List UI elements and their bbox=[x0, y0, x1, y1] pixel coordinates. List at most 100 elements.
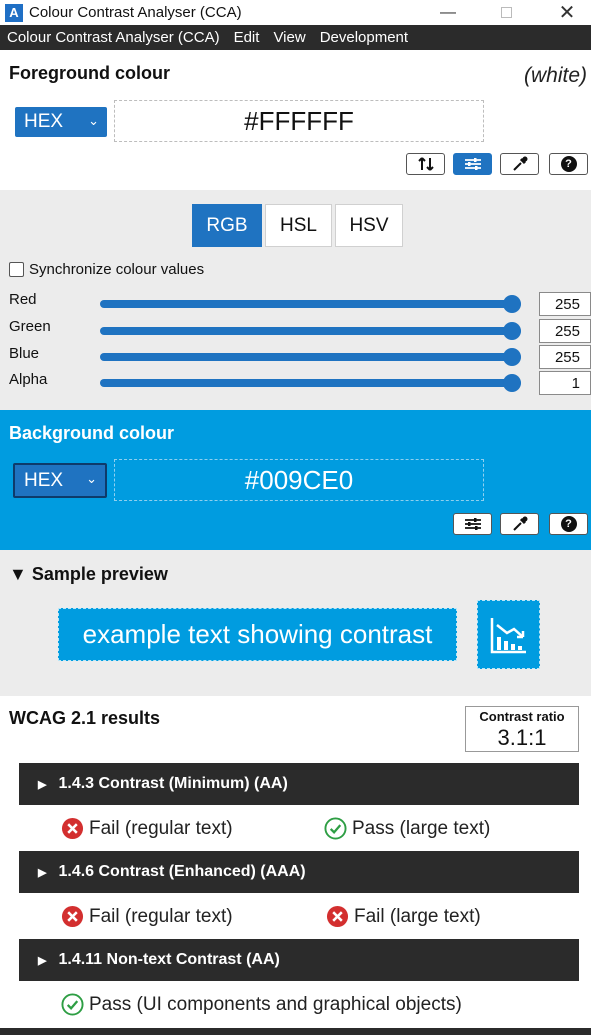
menu-bar: Colour Contrast Analyser (CCA) Edit View… bbox=[0, 25, 591, 50]
sample-preview-panel: ▼ Sample preview example text showing co… bbox=[0, 550, 591, 696]
foreground-format-value: HEX bbox=[24, 111, 64, 132]
verdict-text: Fail (regular text) bbox=[89, 905, 233, 927]
sample-preview-title: Sample preview bbox=[31, 564, 168, 584]
pass-icon bbox=[61, 993, 84, 1016]
alpha-slider[interactable] bbox=[100, 374, 521, 392]
background-hex-input[interactable]: #009CE0 bbox=[114, 459, 484, 501]
alpha-value-input[interactable]: 1 bbox=[539, 371, 591, 395]
background-format-value: HEX bbox=[24, 469, 64, 491]
menu-development[interactable]: Development bbox=[313, 29, 415, 46]
tab-hsl[interactable]: HSL bbox=[265, 204, 332, 247]
minimize-button[interactable]: — bbox=[419, 0, 477, 25]
contrast-ratio-label: Contrast ratio bbox=[479, 709, 565, 724]
criterion-1-4-11[interactable]: ▶ 1.4.11 Non-text Contrast (AA) bbox=[19, 939, 579, 981]
green-slider[interactable] bbox=[100, 322, 521, 340]
eyedropper-icon bbox=[512, 516, 527, 531]
green-slider-thumb[interactable] bbox=[503, 322, 521, 340]
verdict-text: Pass (UI components and graphical object… bbox=[89, 993, 462, 1015]
contrast-ratio-box: Contrast ratio 3.1:1 bbox=[465, 706, 579, 752]
expanded-triangle-icon: ▼ bbox=[9, 564, 27, 584]
sliders-icon bbox=[464, 518, 481, 530]
alpha-slider-thumb[interactable] bbox=[503, 374, 521, 392]
background-sliders-button[interactable] bbox=[453, 513, 492, 535]
colour-model-tabs: RGB HSL HSV bbox=[192, 204, 403, 247]
collapsed-triangle-icon: ▶ bbox=[38, 778, 47, 791]
sample-text: example text showing contrast bbox=[58, 608, 457, 661]
collapsed-triangle-icon: ▶ bbox=[38, 866, 47, 879]
criterion-label: 1.4.11 Non-text Contrast (AA) bbox=[58, 951, 280, 968]
swap-colours-button[interactable] bbox=[406, 153, 445, 175]
verdict-fail: Fail (regular text) bbox=[61, 905, 233, 928]
menu-edit[interactable]: Edit bbox=[227, 29, 267, 46]
help-icon: ? bbox=[560, 156, 577, 172]
swap-icon bbox=[417, 157, 434, 171]
background-help-button[interactable]: ? bbox=[549, 513, 588, 535]
sync-label: Synchronize colour values bbox=[29, 261, 205, 278]
verdict-fail: Fail (regular text) bbox=[61, 817, 233, 840]
maximize-button[interactable] bbox=[477, 0, 535, 25]
blue-slider[interactable] bbox=[100, 348, 521, 366]
app-logo-icon: A bbox=[5, 3, 23, 22]
green-value-input[interactable]: 255 bbox=[539, 319, 591, 343]
verdict-text: Fail (large text) bbox=[354, 905, 481, 927]
fail-icon bbox=[61, 905, 84, 928]
red-slider[interactable] bbox=[100, 295, 521, 313]
criterion-1-4-3[interactable]: ▶ 1.4.3 Contrast (Minimum) (AA) bbox=[19, 763, 579, 805]
wcag-results-panel: WCAG 2.1 results Contrast ratio 3.1:1 ▶ … bbox=[0, 696, 591, 1035]
red-label: Red bbox=[9, 291, 37, 308]
taskbar-edge bbox=[0, 1028, 591, 1035]
sample-icon-box bbox=[477, 600, 540, 669]
blue-value-input[interactable]: 255 bbox=[539, 345, 591, 369]
foreground-eyedropper-button[interactable] bbox=[500, 153, 539, 175]
foreground-panel: Foreground colour (white) HEX ⌄ #FFFFFF … bbox=[0, 50, 591, 190]
menu-app[interactable]: Colour Contrast Analyser (CCA) bbox=[0, 29, 227, 46]
help-icon: ? bbox=[560, 516, 577, 532]
sync-checkbox[interactable] bbox=[9, 262, 24, 277]
tab-rgb[interactable]: RGB bbox=[192, 204, 262, 247]
fail-icon bbox=[61, 817, 84, 840]
sliders-icon bbox=[464, 158, 481, 170]
window-title: Colour Contrast Analyser (CCA) bbox=[29, 4, 242, 21]
chart-icon bbox=[490, 617, 526, 653]
background-title: Background colour bbox=[9, 423, 175, 443]
chevron-down-icon: ⌄ bbox=[88, 113, 99, 128]
eyedropper-icon bbox=[512, 156, 527, 171]
blue-slider-thumb[interactable] bbox=[503, 348, 521, 366]
maximize-icon bbox=[500, 7, 512, 18]
title-bar: A Colour Contrast Analyser (CCA) — ✕ bbox=[0, 0, 591, 25]
alpha-label: Alpha bbox=[9, 371, 48, 388]
verdict-text: Pass (large text) bbox=[352, 817, 491, 839]
verdict-text: Fail (regular text) bbox=[89, 817, 233, 839]
foreground-format-select[interactable]: HEX ⌄ bbox=[15, 107, 107, 137]
verdict-fail: Fail (large text) bbox=[326, 905, 481, 928]
chevron-down-icon: ⌄ bbox=[86, 471, 97, 486]
foreground-colour-name: (white) bbox=[523, 64, 587, 87]
foreground-hex-input[interactable]: #FFFFFF bbox=[114, 100, 484, 142]
contrast-ratio-value: 3.1:1 bbox=[497, 725, 547, 750]
close-button[interactable]: ✕ bbox=[538, 0, 591, 25]
colour-sliders-panel: RGB HSL HSV Synchronize colour values Re… bbox=[0, 190, 591, 410]
menu-view[interactable]: View bbox=[266, 29, 312, 46]
background-format-select[interactable]: HEX ⌄ bbox=[13, 463, 107, 498]
wcag-results-title: WCAG 2.1 results bbox=[9, 708, 161, 728]
pass-icon bbox=[324, 817, 347, 840]
background-eyedropper-button[interactable] bbox=[500, 513, 539, 535]
foreground-help-button[interactable]: ? bbox=[549, 153, 588, 175]
red-value-input[interactable]: 255 bbox=[539, 292, 591, 316]
sample-preview-toggle[interactable]: ▼ Sample preview bbox=[9, 564, 168, 585]
criterion-1-4-6[interactable]: ▶ 1.4.6 Contrast (Enhanced) (AAA) bbox=[19, 851, 579, 893]
tab-hsv[interactable]: HSV bbox=[335, 204, 403, 247]
sliders-toggle-button[interactable] bbox=[453, 153, 492, 175]
background-panel: Background colour HEX ⌄ #009CE0 ? bbox=[0, 410, 591, 550]
red-slider-thumb[interactable] bbox=[503, 295, 521, 313]
criterion-label: 1.4.3 Contrast (Minimum) (AA) bbox=[58, 775, 288, 792]
green-label: Green bbox=[9, 318, 51, 335]
verdict-pass: Pass (UI components and graphical object… bbox=[61, 993, 462, 1016]
foreground-title: Foreground colour bbox=[9, 63, 170, 83]
blue-label: Blue bbox=[9, 345, 40, 362]
sync-colour-values[interactable]: Synchronize colour values bbox=[9, 261, 204, 278]
fail-icon bbox=[326, 905, 349, 928]
verdict-pass: Pass (large text) bbox=[324, 817, 490, 840]
criterion-label: 1.4.6 Contrast (Enhanced) (AAA) bbox=[58, 863, 306, 880]
collapsed-triangle-icon: ▶ bbox=[38, 954, 47, 967]
